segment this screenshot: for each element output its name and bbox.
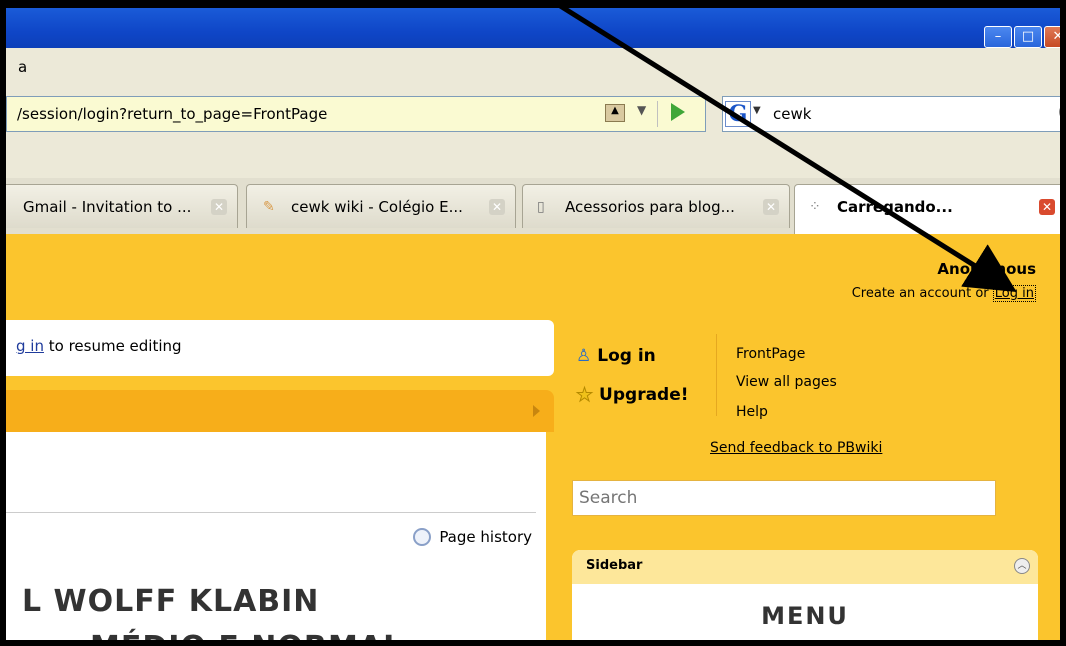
tab-title: Gmail - Invitation to ...	[23, 198, 192, 216]
sidebar-menu-heading: MENU	[761, 602, 849, 630]
tab-title: Carregando...	[837, 198, 953, 216]
star-icon: ★	[575, 384, 594, 407]
nav-link-help[interactable]: Help	[736, 404, 768, 420]
maximize-button[interactable]: □	[1014, 26, 1042, 48]
close-window-button[interactable]: ✕	[1044, 26, 1060, 48]
tab-gmail[interactable]: Gmail - Invitation to ... ✕	[6, 184, 238, 228]
tab-close-icon[interactable]: ✕	[1039, 199, 1055, 215]
pencil-icon: ✎	[263, 199, 275, 215]
search-bar[interactable]: G ▼ cewk	[722, 96, 1060, 132]
person-icon: ♙	[576, 346, 592, 366]
search-query[interactable]: cewk	[773, 105, 811, 123]
throbber-icon: ⁘	[1059, 60, 1060, 79]
tab-title: cewk wiki - Colégio E...	[291, 198, 463, 216]
sidebar-panel: Sidebar ︿ MENU	[572, 550, 1038, 640]
window-controls: – □ ✕	[984, 26, 1060, 48]
message-text: to resume editing	[43, 337, 182, 355]
loading-spinner-icon: ⁘	[809, 199, 821, 215]
site-identity-icon[interactable]: ▲	[605, 104, 625, 122]
message-login-link[interactable]: g in	[16, 337, 44, 355]
or-text: or	[975, 286, 989, 301]
document-icon: ▯	[537, 199, 545, 215]
bookmarks-toolbar	[6, 140, 1060, 179]
page-content: Page history L WOLFF KLABIN MÉDIO E NORM…	[6, 432, 546, 640]
tab-close-icon[interactable]: ✕	[763, 199, 779, 215]
url-separator	[657, 101, 658, 127]
page-history-link[interactable]: Page history	[413, 528, 532, 546]
tab-title: Acessorios para blog...	[565, 198, 735, 216]
tab-close-icon[interactable]: ✕	[211, 199, 227, 215]
magnifier-icon[interactable]	[1059, 103, 1060, 121]
pbwiki-page: Anonymous Create an account or Log in g …	[6, 234, 1060, 640]
collapse-icon[interactable]: ︿	[1014, 558, 1030, 574]
login-message-box: g in to resume editing	[6, 320, 554, 376]
account-links: Create an account or Log in	[852, 285, 1036, 302]
expand-arrow-icon[interactable]	[533, 405, 540, 417]
tab-carregando[interactable]: ⁘ Carregando... ✕	[794, 184, 1060, 234]
menu-item-help[interactable]: a	[18, 58, 27, 76]
page-heading-line-1: L WOLFF KLABIN	[22, 584, 320, 619]
create-account-link[interactable]: Create an account	[852, 286, 971, 301]
address-bar[interactable]: /session/login?return_to_page=FrontPage …	[6, 96, 706, 132]
go-arrow-icon[interactable]	[671, 103, 685, 121]
nav-link-all-pages[interactable]: View all pages	[736, 374, 837, 390]
navigation-toolbar: /session/login?return_to_page=FrontPage …	[6, 88, 1060, 140]
header-login-link[interactable]: Log in	[992, 285, 1036, 302]
sidebar-login-label: Log in	[597, 346, 656, 366]
sidebar-login-link[interactable]: ♙ Log in	[576, 346, 656, 366]
page-toolbar	[6, 390, 554, 432]
google-icon[interactable]: G	[725, 101, 751, 127]
tab-strip: Gmail - Invitation to ... ✕ ✎ cewk wiki …	[6, 178, 1060, 235]
screenshot-frame: – □ ✕ a ⁘ /session/login?return_to_page=…	[0, 0, 1066, 646]
tab-close-icon[interactable]: ✕	[489, 199, 505, 215]
nav-link-frontpage[interactable]: FrontPage	[736, 346, 805, 362]
page-history-label: Page history	[439, 528, 532, 546]
menu-bar: a ⁘	[6, 48, 1060, 89]
page-heading-line-2: MÉDIO E NORMAL	[90, 630, 403, 640]
upgrade-label: Upgrade!	[599, 385, 689, 405]
minimize-button[interactable]: –	[984, 26, 1012, 48]
tab-acessorios[interactable]: ▯ Acessorios para blog... ✕	[522, 184, 790, 228]
wiki-search-input[interactable]	[572, 480, 996, 516]
username-label: Anonymous	[937, 260, 1036, 278]
sidebar-title: Sidebar	[586, 558, 643, 573]
vertical-divider	[716, 334, 717, 416]
feedback-link[interactable]: Send feedback to PBwiki	[710, 440, 882, 456]
history-dropdown-icon[interactable]: ▼	[637, 103, 646, 117]
search-engine-dropdown-icon[interactable]: ▼	[753, 105, 761, 116]
sidebar-header: Sidebar ︿	[572, 550, 1038, 584]
divider	[6, 512, 536, 513]
upgrade-link[interactable]: ★ Upgrade!	[575, 384, 689, 407]
window-title-bar: – □ ✕	[6, 8, 1060, 48]
login-message: g in to resume editing	[16, 337, 182, 355]
url-text[interactable]: /session/login?return_to_page=FrontPage	[17, 105, 327, 123]
tab-cewk-wiki[interactable]: ✎ cewk wiki - Colégio E... ✕	[246, 184, 516, 228]
clock-icon	[413, 528, 432, 546]
